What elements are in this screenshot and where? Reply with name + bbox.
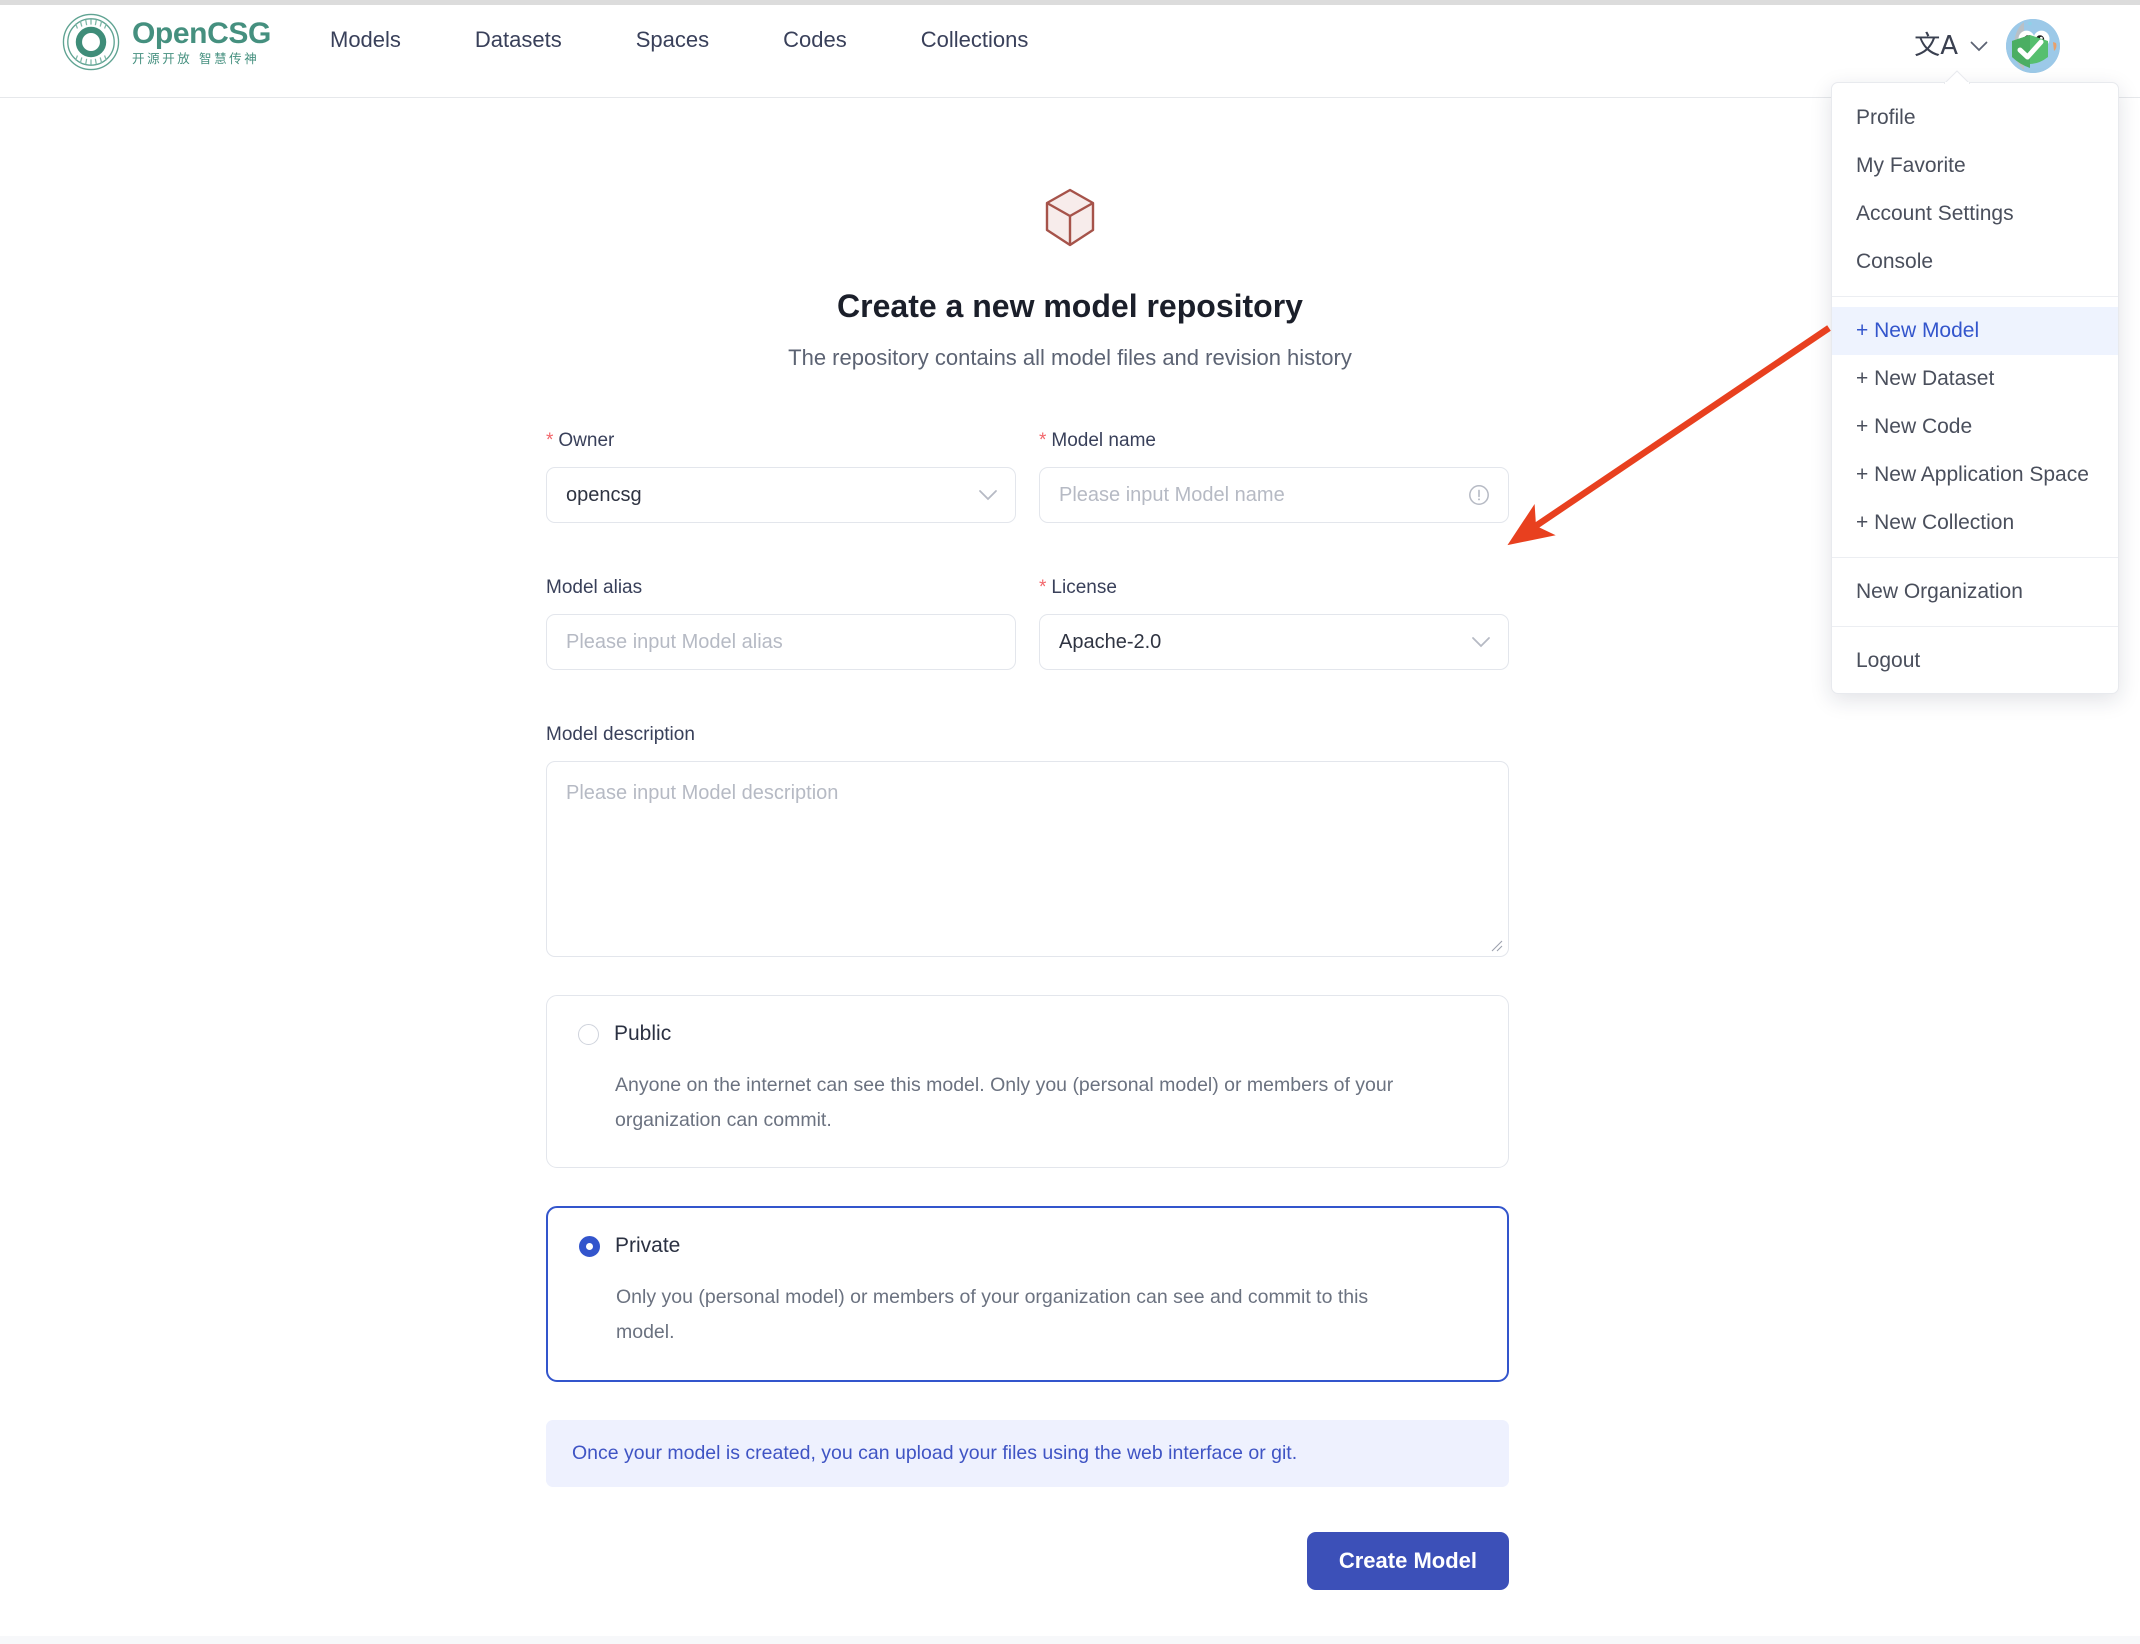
model-name-label: *Model name bbox=[1039, 430, 1509, 452]
menu-divider bbox=[1832, 296, 2118, 297]
private-header: Private bbox=[579, 1234, 1476, 1258]
model-name-input-wrap[interactable]: Please input Model name bbox=[1039, 467, 1509, 523]
menu-item-new-organization[interactable]: New Organization bbox=[1832, 568, 2118, 616]
avatar[interactable] bbox=[2006, 19, 2060, 73]
chevron-down-icon bbox=[978, 489, 998, 501]
required-marker: * bbox=[1039, 430, 1046, 451]
form-spacer bbox=[546, 1382, 1509, 1420]
public-description: Anyone on the internet can see this mode… bbox=[615, 1068, 1425, 1137]
model-alias-placeholder: Please input Model alias bbox=[566, 631, 783, 654]
logo[interactable]: OpenCSG 开源开放 智慧传神 bbox=[62, 13, 271, 71]
visibility-option-private[interactable]: Private Only you (personal model) or mem… bbox=[546, 1206, 1509, 1381]
chevron-down-icon bbox=[1471, 636, 1491, 648]
license-select[interactable]: Apache-2.0 bbox=[1039, 614, 1509, 670]
public-radio[interactable] bbox=[578, 1024, 599, 1045]
cube-box-icon bbox=[1043, 188, 1097, 248]
main-nav: Models Datasets Spaces Codes Collections bbox=[330, 27, 1028, 53]
public-header: Public bbox=[578, 1022, 1477, 1046]
menu-item-new-model[interactable]: + New Model bbox=[1832, 307, 2118, 355]
owner-label: *Owner bbox=[546, 430, 1016, 452]
field-model-name: *Model name Please input Model name bbox=[1039, 430, 1509, 523]
site-header: OpenCSG 开源开放 智慧传神 Models Datasets Spaces… bbox=[0, 5, 2140, 98]
form-spacer bbox=[546, 1168, 1509, 1206]
required-marker: * bbox=[1039, 577, 1046, 598]
license-label: *License bbox=[1039, 577, 1509, 599]
nav-item-codes[interactable]: Codes bbox=[783, 27, 847, 53]
nav-item-spaces[interactable]: Spaces bbox=[636, 27, 709, 53]
page-root: OpenCSG 开源开放 智慧传神 Models Datasets Spaces… bbox=[0, 0, 2140, 1644]
logo-title: OpenCSG bbox=[132, 19, 271, 49]
nav-item-models[interactable]: Models bbox=[330, 27, 401, 53]
bottom-strip bbox=[0, 1636, 2140, 1644]
field-license: *License Apache-2.0 bbox=[1039, 577, 1509, 670]
menu-item-new-collection[interactable]: + New Collection bbox=[1832, 499, 2118, 547]
field-model-alias: Model alias Please input Model alias bbox=[546, 577, 1016, 670]
private-radio[interactable] bbox=[579, 1236, 600, 1257]
create-model-button[interactable]: Create Model bbox=[1307, 1532, 1509, 1590]
resize-grip-icon[interactable] bbox=[1489, 938, 1503, 952]
form-spacer bbox=[546, 670, 1509, 724]
private-label: Private bbox=[615, 1234, 680, 1258]
user-avatar-gopher-shield-icon bbox=[2006, 19, 2060, 73]
form-spacer bbox=[546, 957, 1509, 995]
header-actions: 文A bbox=[1914, 19, 2060, 73]
model-description-label: Model description bbox=[546, 724, 1509, 746]
menu-item-new-application-space[interactable]: + New Application Space bbox=[1832, 451, 2118, 499]
menu-item-new-code[interactable]: + New Code bbox=[1832, 403, 2118, 451]
opencsg-logo-icon bbox=[62, 13, 120, 71]
page-title: Create a new model repository bbox=[0, 288, 2140, 325]
menu-item-account-settings[interactable]: Account Settings bbox=[1832, 190, 2118, 238]
form-spacer bbox=[546, 523, 1509, 577]
visibility-option-public[interactable]: Public Anyone on the internet can see th… bbox=[546, 995, 1509, 1168]
model-alias-input-wrap[interactable]: Please input Model alias bbox=[546, 614, 1016, 670]
model-description-placeholder: Please input Model description bbox=[566, 782, 838, 804]
public-label: Public bbox=[614, 1022, 671, 1046]
private-description: Only you (personal model) or members of … bbox=[616, 1280, 1426, 1349]
menu-item-my-favorite[interactable]: My Favorite bbox=[1832, 142, 2118, 190]
model-name-placeholder: Please input Model name bbox=[1059, 484, 1285, 507]
menu-divider bbox=[1832, 557, 2118, 558]
form-row-owner-name: *Owner opencsg *Model name Please input … bbox=[546, 430, 1509, 523]
required-marker: * bbox=[546, 430, 553, 451]
chevron-down-icon bbox=[1970, 41, 1988, 52]
language-switcher[interactable]: 文A bbox=[1914, 33, 1988, 59]
translate-icon: 文A bbox=[1914, 33, 1958, 59]
user-dropdown-menu: Profile My Favorite Account Settings Con… bbox=[1831, 82, 2119, 694]
menu-item-logout[interactable]: Logout bbox=[1832, 637, 2118, 685]
nav-item-collections[interactable]: Collections bbox=[921, 27, 1029, 53]
page-subtitle: The repository contains all model files … bbox=[0, 345, 2140, 371]
info-banner: Once your model is created, you can uplo… bbox=[546, 1420, 1509, 1487]
dropdown-pointer-icon bbox=[1944, 70, 1970, 84]
owner-value: opencsg bbox=[566, 484, 642, 507]
menu-item-profile[interactable]: Profile bbox=[1832, 94, 2118, 142]
menu-item-new-dataset[interactable]: + New Dataset bbox=[1832, 355, 2118, 403]
model-description-textarea[interactable]: Please input Model description bbox=[546, 761, 1509, 957]
create-model-form: *Owner opencsg *Model name Please input … bbox=[546, 430, 1509, 1590]
field-owner: *Owner opencsg bbox=[546, 430, 1016, 523]
license-value: Apache-2.0 bbox=[1059, 631, 1161, 654]
field-model-description: Model description Please input Model des… bbox=[546, 724, 1509, 957]
menu-divider bbox=[1832, 626, 2118, 627]
owner-select[interactable]: opencsg bbox=[546, 467, 1016, 523]
menu-item-console[interactable]: Console bbox=[1832, 238, 2118, 286]
warning-circle-icon bbox=[1468, 484, 1490, 506]
nav-item-datasets[interactable]: Datasets bbox=[475, 27, 562, 53]
logo-tagline: 开源开放 智慧传神 bbox=[132, 53, 271, 66]
model-alias-label: Model alias bbox=[546, 577, 1016, 599]
form-footer: Create Model bbox=[546, 1532, 1509, 1590]
form-row-alias-license: Model alias Please input Model alias *Li… bbox=[546, 577, 1509, 670]
